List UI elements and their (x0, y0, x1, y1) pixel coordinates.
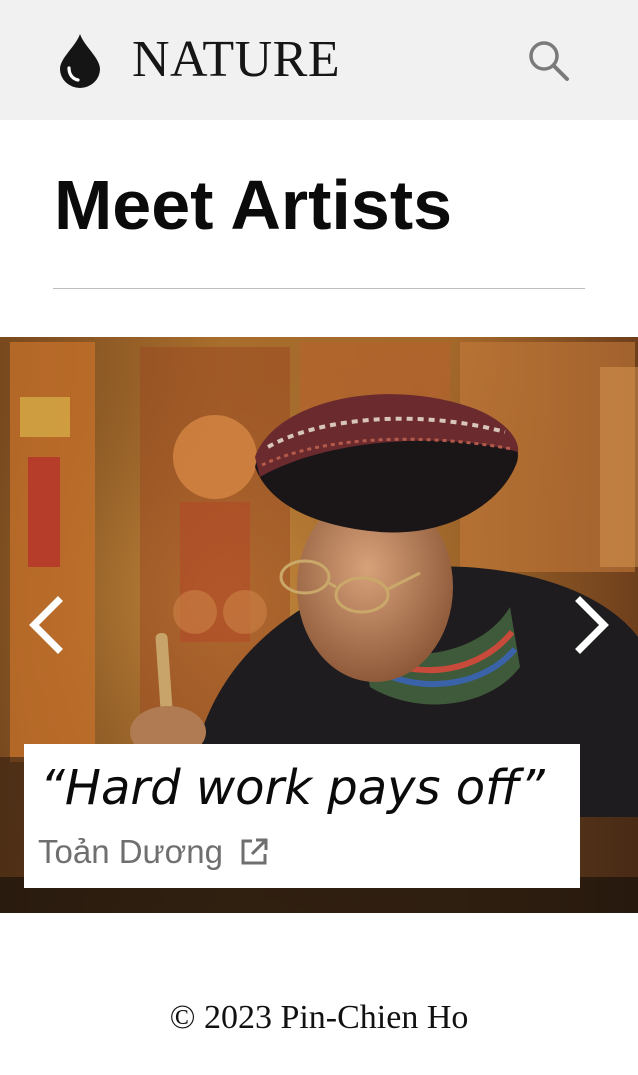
site-header: NATURE (0, 0, 638, 120)
artist-quote: “Hard work pays off” (40, 760, 545, 816)
search-icon[interactable] (526, 38, 572, 84)
artist-name[interactable]: Toản Dương (38, 832, 223, 872)
artist-link[interactable]: Toản Dương (38, 832, 269, 872)
page-title: Meet Artists (54, 166, 453, 244)
chevron-right-icon[interactable] (566, 593, 614, 657)
external-link-icon[interactable] (239, 837, 269, 867)
artist-carousel: “Hard work pays off” Toản Dương (0, 337, 638, 913)
site-brand[interactable]: NATURE (132, 30, 340, 90)
title-divider (53, 288, 585, 289)
water-drop-icon[interactable] (58, 32, 102, 88)
footer-copyright: © 2023 Pin-Chien Ho (169, 999, 469, 1036)
slide-caption: “Hard work pays off” Toản Dương (24, 744, 580, 888)
chevron-left-icon[interactable] (24, 593, 72, 657)
